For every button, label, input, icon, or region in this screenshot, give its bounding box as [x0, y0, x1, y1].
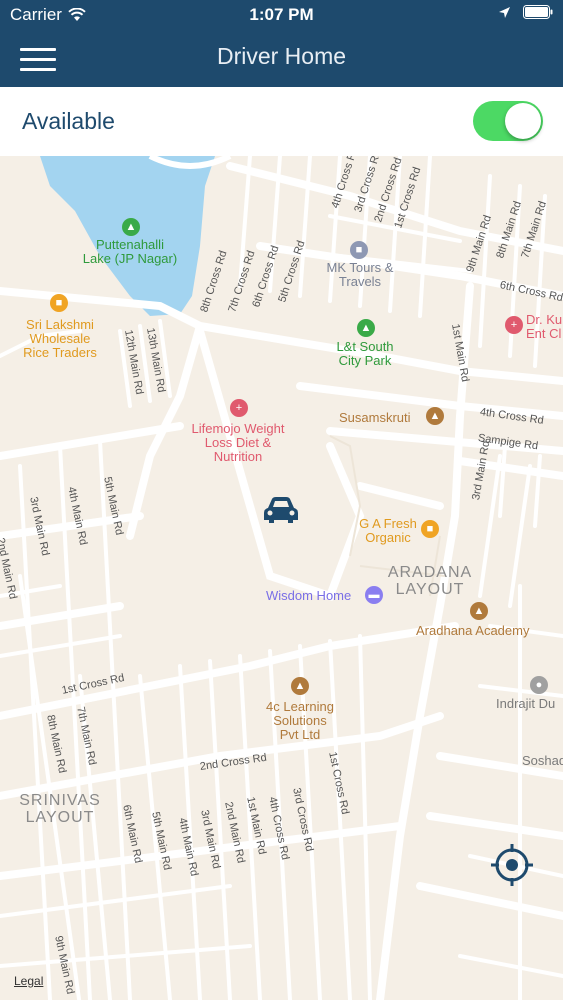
- poi-label: Dr. Ku Ent Cl: [526, 312, 563, 341]
- pin-icon[interactable]: ●: [530, 676, 548, 694]
- page-title: Driver Home: [216, 43, 347, 69]
- poi-label: 4c Learning Solutions Pvt Ltd: [266, 699, 334, 742]
- medical-icon[interactable]: +: [505, 316, 523, 334]
- building-icon[interactable]: ■: [350, 241, 368, 259]
- tree-icon[interactable]: ▲: [122, 218, 140, 236]
- clock: 1:07 PM: [249, 5, 314, 24]
- battery-icon: [523, 5, 553, 19]
- poi-label: MK Tours & Travels: [326, 260, 394, 289]
- availability-bar: Available: [0, 87, 563, 156]
- status-right: [498, 5, 553, 19]
- poi-label: Aradhana Academy: [416, 623, 530, 638]
- poi-label: L&t South City Park: [336, 339, 394, 368]
- shopping-bag-icon[interactable]: ■: [50, 294, 68, 312]
- location-arrow-icon: [499, 6, 510, 18]
- graduation-cap-icon[interactable]: ▲: [470, 602, 488, 620]
- map-view[interactable]: 4th Cross Rd 3rd Cross Rd 2nd Cross Rd 1…: [0, 156, 563, 1000]
- poi-label: Lifemojo Weight Loss Diet & Nutrition: [191, 421, 285, 464]
- poi-label: Indrajit Du: [496, 696, 556, 711]
- poi-label: Soshad: [522, 753, 563, 768]
- poi-label: G A Fresh Organic: [359, 516, 417, 545]
- poi-label: Sri Lakshmi Wholesale Rice Traders: [23, 317, 97, 360]
- legal-link[interactable]: Legal: [14, 974, 43, 988]
- area-label: SRINIVAS LAYOUT: [19, 792, 101, 826]
- status-bar: Carrier 1:07 PM: [0, 0, 563, 30]
- nav-bar: Driver Home: [0, 30, 563, 87]
- poi-label: Puttenahalli Lake (JP Nagar): [82, 237, 178, 266]
- graduation-cap-icon[interactable]: ▲: [291, 677, 309, 695]
- medical-icon[interactable]: +: [230, 399, 248, 417]
- toggle-knob: [505, 103, 541, 139]
- poi-label: Susamskruti: [339, 410, 411, 425]
- area-label: ARADANA LAYOUT: [387, 564, 473, 598]
- graduation-cap-icon[interactable]: ▲: [426, 407, 444, 425]
- availability-label: Available: [22, 108, 115, 134]
- availability-toggle[interactable]: [473, 101, 543, 141]
- tree-icon[interactable]: ▲: [357, 319, 375, 337]
- poi-label: Wisdom Home: [266, 588, 352, 603]
